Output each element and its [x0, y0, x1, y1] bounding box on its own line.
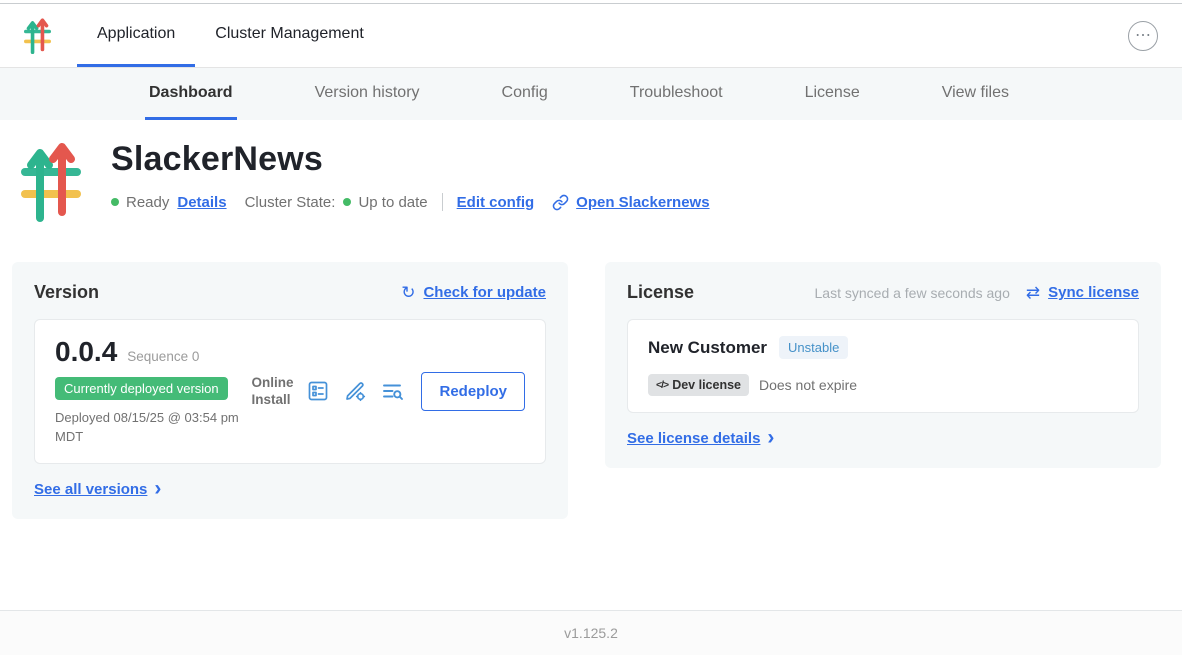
license-type-badge: </> Dev license	[648, 374, 749, 396]
cluster-state-label: Cluster State:	[245, 194, 336, 211]
console-version: v1.125.2	[564, 625, 618, 641]
redeploy-button[interactable]: Redeploy	[421, 372, 525, 411]
app-header: SlackerNews Ready Details Cluster State:…	[0, 120, 1182, 222]
subnav-view-files-label: View files	[942, 84, 1009, 102]
slackernews-logo-icon	[24, 18, 51, 54]
chevron-right-icon: ›	[154, 480, 161, 499]
current-version-panel: 0.0.4 Sequence 0 Currently deployed vers…	[34, 319, 546, 464]
license-type-label: Dev license	[672, 378, 741, 392]
channel-badge: Unstable	[779, 336, 848, 359]
see-license-details-link[interactable]: See license details ›	[627, 429, 1139, 448]
sync-license-link[interactable]: Sync license	[1048, 284, 1139, 301]
subnav-item-view-files[interactable]: View files	[938, 68, 1013, 120]
ellipsis-icon: ⋯	[1135, 28, 1151, 44]
configure-icon[interactable]	[343, 379, 367, 403]
see-license-details-label[interactable]: See license details	[627, 430, 760, 447]
app-subnav: Dashboard Version history Config Trouble…	[0, 68, 1182, 120]
license-card-title: License	[627, 282, 694, 303]
see-all-versions-label[interactable]: See all versions	[34, 481, 147, 498]
license-panel: New Customer Unstable </> Dev license Do…	[627, 319, 1139, 413]
sync-icon: ⇄	[1026, 284, 1040, 301]
tab-application[interactable]: Application	[77, 4, 195, 67]
subnav-item-dashboard[interactable]: Dashboard	[145, 68, 237, 120]
deployed-status-badge: Currently deployed version	[55, 377, 228, 400]
install-type-label: Online Install	[251, 374, 293, 409]
app-footer: v1.125.2	[0, 610, 1182, 655]
app-status-text: Ready	[126, 194, 169, 211]
install-type-line2: Install	[251, 391, 293, 409]
edit-config-link[interactable]: Edit config	[457, 194, 535, 211]
subnav-item-license[interactable]: License	[801, 68, 864, 120]
version-card-title: Version	[34, 282, 99, 303]
code-icon: </>	[656, 379, 668, 391]
top-navbar: Application Cluster Management ⋯	[0, 4, 1182, 68]
deployed-timestamp: Deployed 08/15/25 @ 03:54 pm MDT	[55, 409, 251, 447]
subnav-troubleshoot-label: Troubleshoot	[630, 84, 723, 102]
tab-cluster-management-label: Cluster Management	[215, 25, 364, 43]
more-options-button[interactable]: ⋯	[1128, 21, 1158, 51]
view-logs-icon[interactable]	[380, 379, 404, 403]
customer-name: New Customer	[648, 338, 767, 358]
cluster-state-dot	[343, 198, 351, 206]
last-synced-text: Last synced a few seconds ago	[815, 285, 1010, 301]
refresh-icon: ↻	[401, 284, 415, 301]
page-title: SlackerNews	[111, 140, 710, 179]
license-card: License Last synced a few seconds ago ⇄ …	[605, 262, 1161, 468]
cluster-state-value: Up to date	[358, 194, 427, 211]
subnav-dashboard-label: Dashboard	[149, 84, 233, 102]
version-number: 0.0.4	[55, 336, 117, 368]
open-app-link[interactable]: Open Slackernews	[576, 194, 709, 211]
app-hero-icon	[21, 142, 81, 222]
subnav-item-version-history[interactable]: Version history	[311, 68, 424, 120]
tab-application-label: Application	[97, 25, 175, 43]
dashboard-cards: Version ↻ Check for update 0.0.4 Sequenc…	[12, 262, 1161, 519]
tab-cluster-management[interactable]: Cluster Management	[195, 4, 384, 67]
divider	[442, 193, 443, 211]
link-icon	[552, 194, 569, 211]
navbar-right: ⋯	[1128, 4, 1158, 67]
check-for-update-link[interactable]: Check for update	[423, 284, 546, 301]
see-all-versions-link[interactable]: See all versions ›	[34, 480, 546, 499]
sequence-label: Sequence 0	[127, 349, 199, 364]
subnav-item-config[interactable]: Config	[498, 68, 552, 120]
license-expiration-text: Does not expire	[759, 377, 857, 393]
version-card: Version ↻ Check for update 0.0.4 Sequenc…	[12, 262, 568, 519]
preflight-checks-icon[interactable]	[306, 379, 330, 403]
subnav-item-troubleshoot[interactable]: Troubleshoot	[626, 68, 727, 120]
subnav-version-history-label: Version history	[315, 84, 420, 102]
install-type-line1: Online	[251, 374, 293, 392]
chevron-right-icon: ›	[767, 429, 774, 448]
details-link[interactable]: Details	[177, 194, 226, 211]
subnav-license-label: License	[805, 84, 860, 102]
subnav-config-label: Config	[502, 84, 548, 102]
app-status-row: Ready Details Cluster State: Up to date …	[111, 193, 710, 211]
app-status-dot	[111, 198, 119, 206]
main-content: SlackerNews Ready Details Cluster State:…	[0, 120, 1182, 610]
top-nav-tabs: Application Cluster Management	[77, 4, 384, 67]
app-logo	[24, 4, 51, 67]
